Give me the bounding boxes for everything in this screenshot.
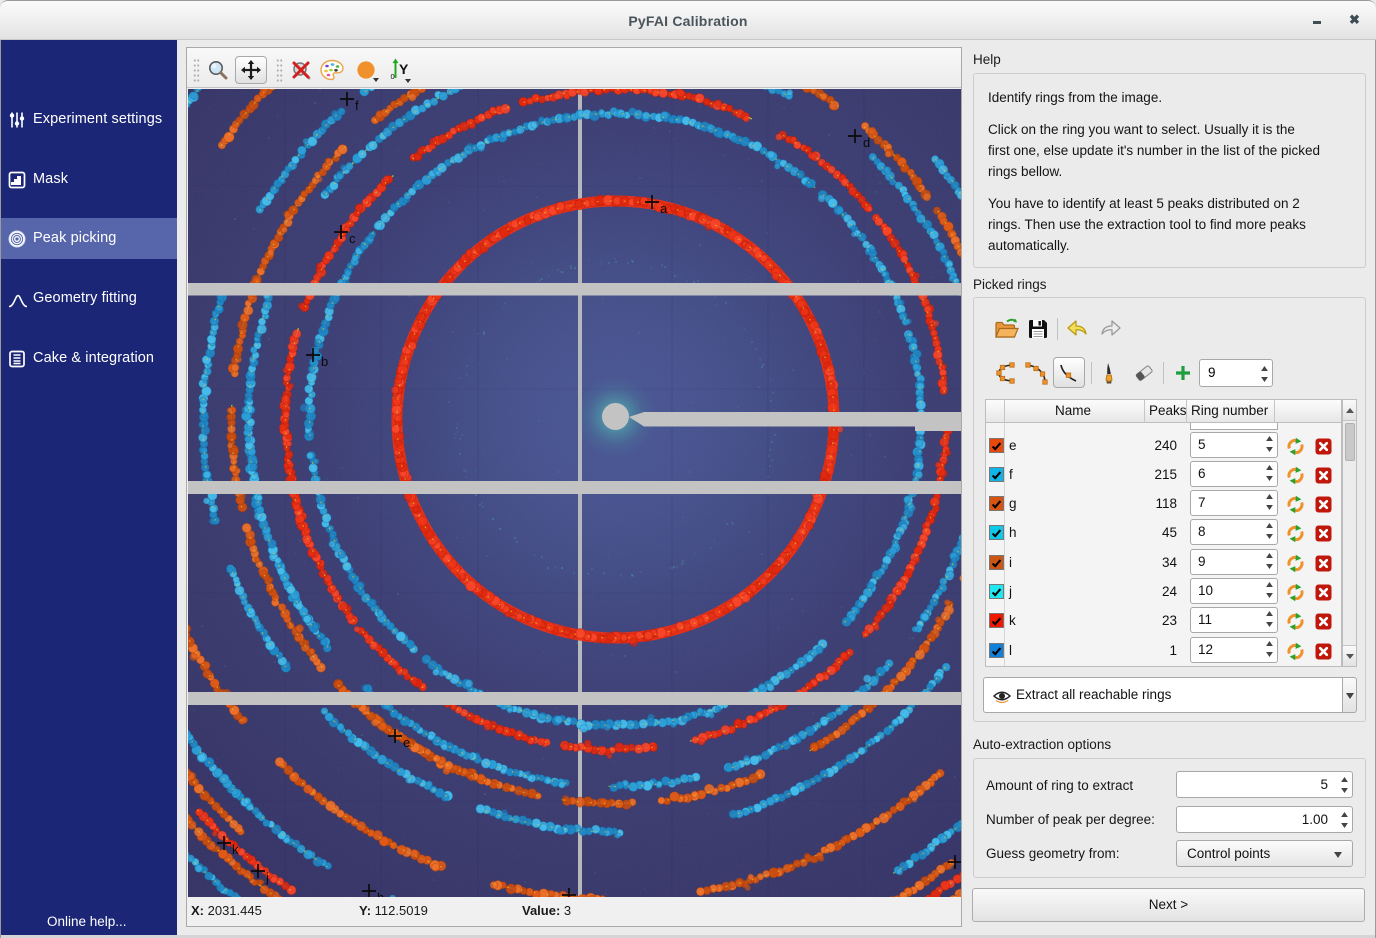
svg-text:g: g <box>577 894 584 897</box>
svg-text:j: j <box>265 870 269 885</box>
svg-text:h: h <box>377 890 384 897</box>
svg-text:a: a <box>660 201 668 216</box>
svg-text:0: 0 <box>391 72 395 81</box>
svg-text:e: e <box>403 735 410 750</box>
svg-text:b: b <box>321 354 328 369</box>
svg-text:f: f <box>355 98 359 113</box>
svg-text:c: c <box>349 231 356 246</box>
svg-text:k: k <box>232 842 239 857</box>
svg-text:Y: Y <box>399 61 409 77</box>
svg-text:d: d <box>863 135 870 150</box>
